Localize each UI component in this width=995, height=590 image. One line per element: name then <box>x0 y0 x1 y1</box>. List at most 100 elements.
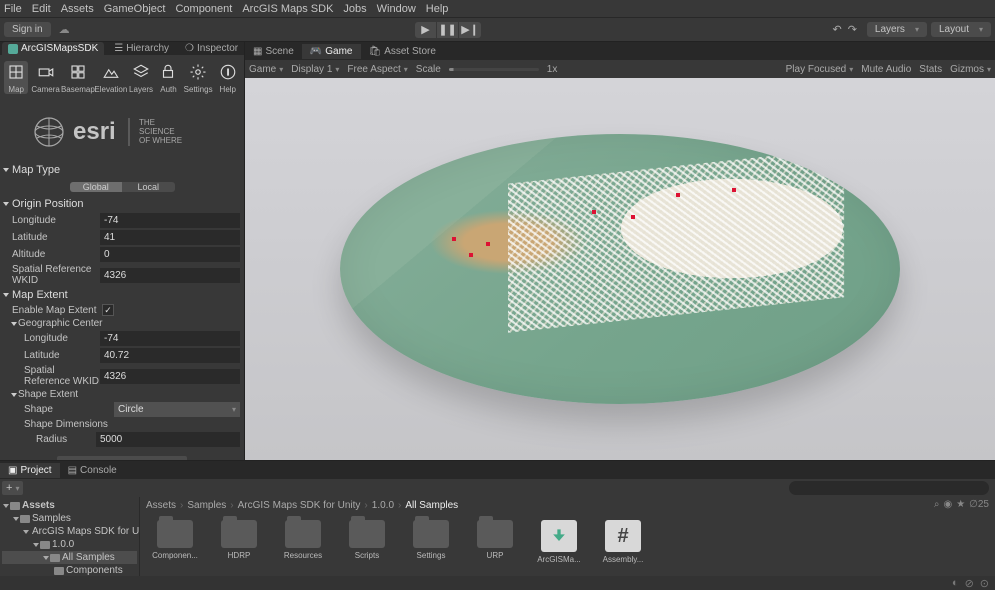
menu-help[interactable]: Help <box>426 3 449 15</box>
play-button[interactable]: ▶ <box>415 22 437 38</box>
crumb-sdk[interactable]: ArcGIS Maps SDK for Unity <box>238 500 361 511</box>
tool-help[interactable]: iHelp <box>216 61 240 94</box>
project-tree[interactable]: Assets Samples ArcGIS Maps SDK for Unity… <box>0 497 140 576</box>
crumb-samples[interactable]: Samples <box>187 500 226 511</box>
game-dd[interactable]: Game▾ <box>249 64 283 75</box>
crumb-assets[interactable]: Assets <box>146 500 176 511</box>
extent-wkid-input[interactable] <box>100 369 240 384</box>
shape-dropdown[interactable]: Circle▾ <box>114 402 240 417</box>
tree-sdk[interactable]: ArcGIS Maps SDK for Unity <box>32 526 140 537</box>
step-button[interactable]: ▶❙ <box>459 22 481 38</box>
menu-gameobject[interactable]: GameObject <box>104 3 166 15</box>
crumb-ver[interactable]: 1.0.0 <box>372 500 394 511</box>
console-icon: ▤ <box>68 465 77 476</box>
menu-arcgis[interactable]: ArcGIS Maps SDK <box>242 3 333 15</box>
asset-item[interactable]: ArcGISMa... <box>536 520 582 564</box>
wkid-label: Spatial Reference WKID <box>12 264 100 286</box>
ext-lat-label: Latitude <box>24 350 100 361</box>
tool-auth[interactable]: Auth <box>156 61 180 94</box>
folder-item[interactable]: Settings <box>408 520 454 564</box>
tool-settings[interactable]: Settings <box>184 61 213 94</box>
origin-wkid-input[interactable] <box>100 268 240 283</box>
alt-label: Altitude <box>12 249 100 260</box>
tab-console[interactable]: ▤Console <box>60 463 125 478</box>
redo-history-icon[interactable]: ↷ <box>848 23 857 36</box>
section-extent[interactable]: Map Extent <box>0 287 244 303</box>
menu-edit[interactable]: Edit <box>32 3 51 15</box>
folder-item[interactable]: Scripts <box>344 520 390 564</box>
tab-game[interactable]: 🎮Game <box>302 44 361 59</box>
sign-in-button[interactable]: Sign in <box>4 22 51 37</box>
menu-bar: File Edit Assets GameObject Component Ar… <box>0 0 995 18</box>
extent-longitude-input[interactable] <box>100 331 240 346</box>
map-type-toggle[interactable]: Global Local <box>70 182 175 192</box>
tab-asset-store[interactable]: 🛍Asset Store <box>361 44 444 59</box>
folder-item[interactable]: URP <box>472 520 518 564</box>
tab-project[interactable]: ▣Project <box>0 463 60 478</box>
tree-components[interactable]: Components <box>66 565 123 576</box>
store-icon: 🛍 <box>369 46 382 57</box>
play-focused-dd[interactable]: Play Focused▾ <box>786 64 854 75</box>
filter-icon[interactable]: ⌕ <box>934 499 940 510</box>
status-bar: ◐ ⊘ ⊙ <box>0 576 995 590</box>
folder-item[interactable]: Resources <box>280 520 326 564</box>
asset-item[interactable]: #Assembly... <box>600 520 646 564</box>
tree-assets[interactable]: Assets <box>22 500 55 511</box>
gizmos-dd[interactable]: Gizmos▾ <box>950 64 991 75</box>
status-icon[interactable]: ⊙ <box>980 577 989 590</box>
menu-file[interactable]: File <box>4 3 22 15</box>
section-map-type[interactable]: Map Type <box>0 162 244 178</box>
tool-elevation[interactable]: Elevation <box>96 61 126 94</box>
scale-slider[interactable] <box>449 68 539 71</box>
geo-center-label: Geographic Center <box>18 318 103 329</box>
layers-dropdown[interactable]: Layers▾ <box>867 22 927 37</box>
menu-assets[interactable]: Assets <box>61 3 94 15</box>
project-search-input[interactable] <box>789 481 989 495</box>
pause-button[interactable]: ❚❚ <box>437 22 459 38</box>
tree-samples[interactable]: Samples <box>32 513 71 524</box>
enable-extent-checkbox[interactable]: ✓ <box>102 304 114 316</box>
layout-dropdown[interactable]: Layout▾ <box>931 22 991 37</box>
cloud-icon[interactable]: ☁ <box>59 23 70 36</box>
origin-altitude-input[interactable] <box>100 247 240 262</box>
display-dd[interactable]: Display 1▾ <box>291 64 339 75</box>
stats-toggle[interactable]: Stats <box>919 64 942 75</box>
section-origin[interactable]: Origin Position <box>0 196 244 212</box>
menu-component[interactable]: Component <box>175 3 232 15</box>
status-icon[interactable]: ⊘ <box>965 577 974 590</box>
origin-longitude-input[interactable] <box>100 213 240 228</box>
tree-version[interactable]: 1.0.0 <box>52 539 74 550</box>
game-icon: 🎮 <box>310 46 322 57</box>
origin-latitude-input[interactable] <box>100 230 240 245</box>
tool-layers[interactable]: Layers <box>129 61 153 94</box>
hidden-count: ∅25 <box>969 499 989 510</box>
folder-item[interactable]: HDRP <box>216 520 262 564</box>
menu-jobs[interactable]: Jobs <box>343 3 366 15</box>
svg-text:THE: THE <box>139 118 155 127</box>
aspect-dd[interactable]: Free Aspect▾ <box>347 64 407 75</box>
folder-item[interactable]: Componen... <box>152 520 198 564</box>
tab-hierarchy[interactable]: ☰Hierarchy <box>108 42 175 55</box>
tab-arcgis-sdk[interactable]: ArcGISMapsSDK <box>2 42 104 55</box>
scene-icon: ▦ <box>253 46 262 57</box>
menu-window[interactable]: Window <box>377 3 416 15</box>
arcgis-panel: ArcGISMapsSDK ☰Hierarchy ❍Inspector Map … <box>0 42 245 460</box>
mute-audio-toggle[interactable]: Mute Audio <box>861 64 911 75</box>
game-viewport[interactable] <box>245 78 995 460</box>
add-asset-button[interactable]: + ▾ <box>2 481 23 495</box>
map-type-global[interactable]: Global <box>70 182 123 192</box>
tab-scene[interactable]: ▦Scene <box>245 44 302 59</box>
radius-input[interactable] <box>96 432 240 447</box>
extent-latitude-input[interactable] <box>100 348 240 363</box>
tool-basemap[interactable]: Basemap <box>63 61 93 94</box>
status-icon[interactable]: ◐ <box>952 577 959 589</box>
visibility-icon[interactable]: ◉ <box>943 499 952 510</box>
star-icon[interactable]: ★ <box>956 499 965 510</box>
tree-all-samples[interactable]: All Samples <box>62 552 115 563</box>
undo-history-icon[interactable]: ↶ <box>832 23 841 36</box>
tool-map[interactable]: Map <box>4 61 28 94</box>
tool-camera[interactable]: Camera <box>31 61 59 94</box>
map-type-local[interactable]: Local <box>122 182 175 192</box>
tab-inspector[interactable]: ❍Inspector <box>179 42 244 55</box>
shape-dim-label: Shape Dimensions <box>24 419 114 430</box>
